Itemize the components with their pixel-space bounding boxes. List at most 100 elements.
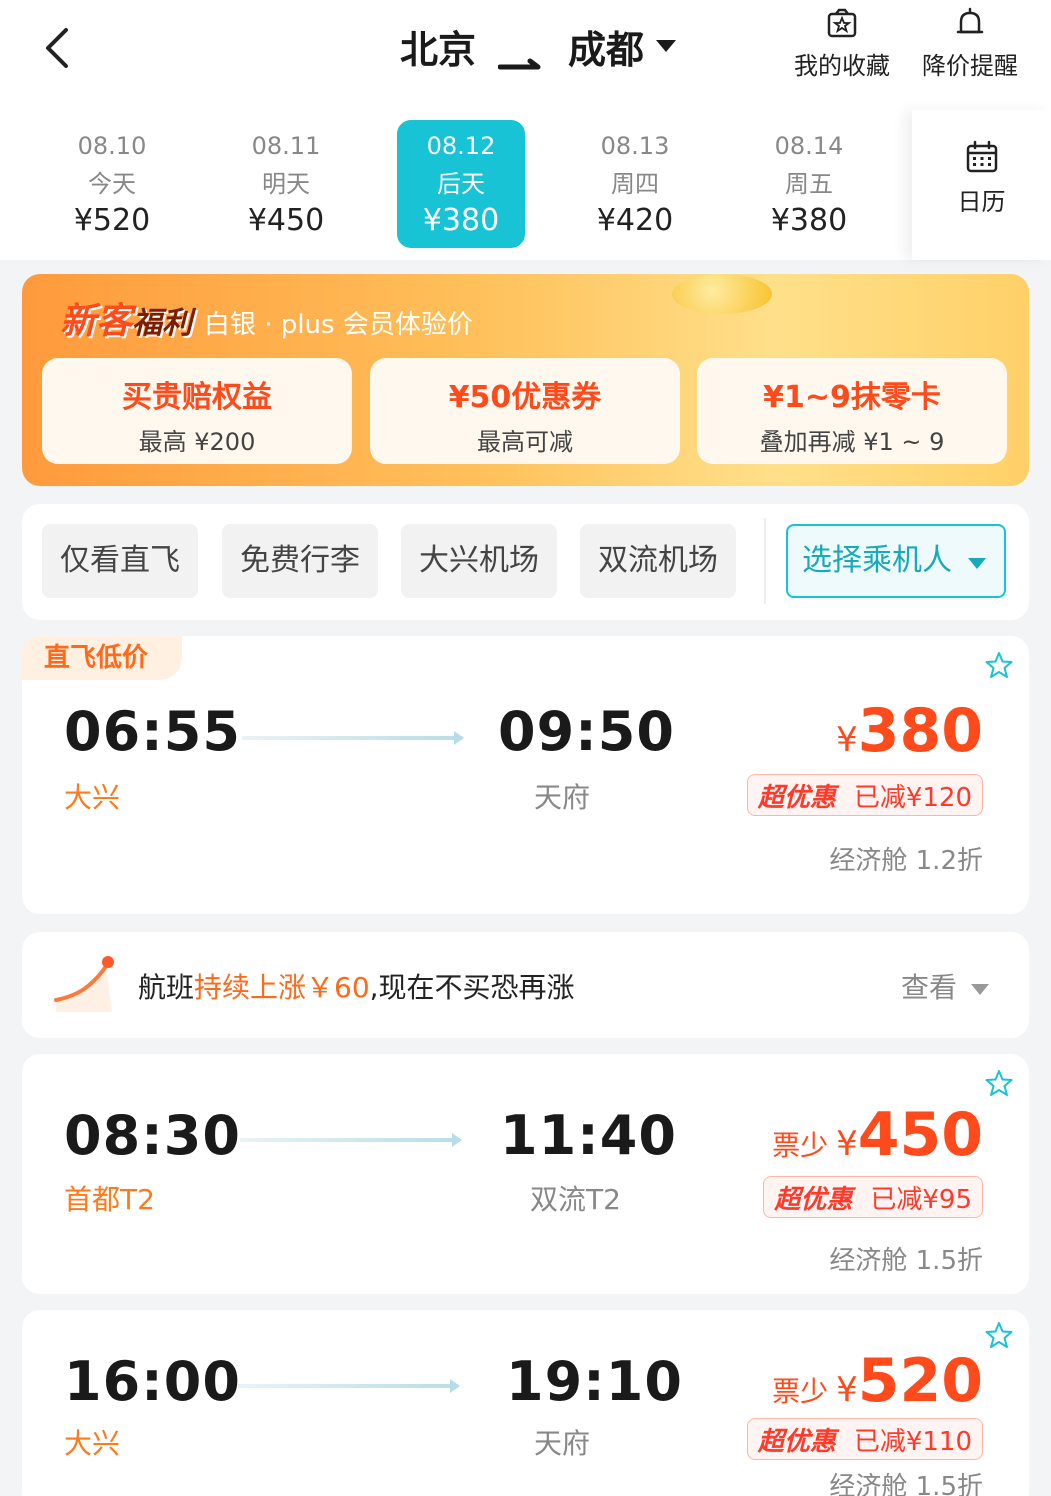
origin-city: 北京 bbox=[400, 27, 477, 72]
trend-highlight: 持续上涨￥60 bbox=[194, 971, 370, 1004]
arrival-time: 09:50 bbox=[498, 700, 675, 763]
date-label: 08.11 bbox=[251, 132, 321, 160]
favorite-star-icon[interactable] bbox=[983, 1320, 1015, 1352]
coin-decoration bbox=[672, 274, 772, 314]
weekday-label: 明天 bbox=[262, 170, 310, 198]
date-price: ¥380 bbox=[422, 203, 500, 238]
price-value: 380 bbox=[857, 696, 983, 766]
trend-prefix: 航班 bbox=[138, 971, 195, 1004]
date-label: 08.12 bbox=[426, 132, 496, 160]
departure-time: 08:30 bbox=[64, 1104, 241, 1167]
select-passenger-label: 选择乘机人 bbox=[802, 543, 952, 578]
filter-chip-free-baggage[interactable]: 免费行李 bbox=[222, 524, 378, 598]
promo-card-title: ¥1~9抹零卡 bbox=[763, 380, 941, 415]
price-value: 520 bbox=[857, 1346, 983, 1416]
flight-card[interactable]: 16:00 大兴 19:10 天府 票少 ¥520 超优惠 已减¥110 经济舱 … bbox=[22, 1310, 1029, 1496]
rising-trend-icon bbox=[54, 956, 114, 1012]
discount-amount: 已减¥110 bbox=[853, 1426, 972, 1457]
direct-low-price-tag: 直飞低价 bbox=[22, 636, 182, 680]
weekday-label: 周五 bbox=[785, 170, 833, 198]
date-price: ¥450 bbox=[247, 203, 325, 238]
promo-brand: 新客 bbox=[60, 301, 133, 342]
currency-symbol: ¥ bbox=[836, 720, 858, 760]
filter-chip-daxing[interactable]: 大兴机场 bbox=[401, 524, 557, 598]
deal-label: 超优惠 bbox=[774, 1184, 853, 1215]
departure-time: 16:00 bbox=[64, 1350, 241, 1413]
promo-card[interactable]: ¥1~9抹零卡 叠加再减 ¥1 ~ 9 bbox=[697, 358, 1007, 464]
discount-amount: 已减¥95 bbox=[870, 1184, 972, 1215]
few-tickets-label: 票少 bbox=[772, 1129, 829, 1162]
discount-amount: 已减¥120 bbox=[853, 782, 972, 813]
promo-card-title: 买贵赔权益 bbox=[122, 380, 272, 415]
currency-symbol: ¥ bbox=[836, 1370, 858, 1410]
departure-airport: 大兴 bbox=[64, 781, 121, 814]
cabin-info: 经济舱 1.5折 bbox=[829, 1472, 983, 1496]
price-trend-notice[interactable]: 航班持续上涨￥60,现在不买恐再涨 查看 bbox=[22, 932, 1029, 1038]
trend-suffix: ,现在不买恐再涨 bbox=[369, 971, 575, 1004]
date-selector: 08.10 今天 ¥520 08.11 明天 ¥450 08.12 后天 ¥38… bbox=[0, 110, 1051, 260]
favorites-label: 我的收藏 bbox=[794, 52, 890, 80]
promo-card[interactable]: 买贵赔权益 最高 ¥200 bbox=[42, 358, 352, 464]
weekday-label: 今天 bbox=[88, 170, 136, 198]
flight-route-line bbox=[238, 1379, 460, 1393]
flight-price: 票少 ¥520 bbox=[772, 1346, 983, 1416]
price-alert-label: 降价提醒 bbox=[922, 52, 1018, 80]
date-label: 08.10 bbox=[77, 132, 147, 160]
discount-badge: 超优惠 已减¥120 bbox=[746, 774, 983, 816]
view-label: 查看 bbox=[900, 971, 957, 1004]
deal-label: 超优惠 bbox=[757, 1426, 836, 1457]
trend-message: 航班持续上涨￥60,现在不买恐再涨 bbox=[138, 966, 575, 1006]
cabin-info: 经济舱 1.2折 bbox=[829, 846, 983, 876]
flight-card[interactable]: 08:30 首都T2 11:40 双流T2 票少 ¥450 超优惠 已减¥95 经… bbox=[22, 1054, 1029, 1294]
promo-subtitle: 白银 · plus 会员体验价 bbox=[204, 310, 473, 340]
favorites-box-icon bbox=[827, 8, 857, 38]
date-price: ¥420 bbox=[596, 203, 674, 238]
date-option-selected[interactable]: 08.12 后天 ¥380 bbox=[397, 120, 525, 248]
calendar-label: 日历 bbox=[957, 188, 1006, 216]
price-alert-button[interactable]: 降价提醒 bbox=[910, 6, 1030, 81]
top-bar: 北京 成都 我的收藏 降价提醒 bbox=[0, 0, 1051, 110]
weekday-label: 后天 bbox=[437, 170, 485, 198]
promo-card[interactable]: ¥50优惠券 最高可减 bbox=[370, 358, 680, 464]
departure-time: 06:55 bbox=[64, 700, 241, 763]
date-option[interactable]: 08.14 周五 ¥380 bbox=[745, 120, 873, 248]
favorites-button[interactable]: 我的收藏 bbox=[782, 6, 902, 81]
back-arrow-icon[interactable] bbox=[40, 26, 80, 70]
departure-airport: 大兴 bbox=[64, 1427, 121, 1460]
filter-chip-shuangliu[interactable]: 双流机场 bbox=[580, 524, 736, 598]
date-option[interactable]: 08.10 今天 ¥520 bbox=[48, 120, 176, 248]
arrival-time: 11:40 bbox=[500, 1104, 677, 1167]
arrival-time: 19:10 bbox=[506, 1350, 683, 1413]
date-price: ¥520 bbox=[73, 203, 151, 238]
route-arrow-icon bbox=[497, 38, 546, 70]
arrival-airport: 天府 bbox=[534, 1427, 591, 1460]
favorite-star-icon[interactable] bbox=[983, 1068, 1015, 1100]
new-user-promo-banner[interactable]: 新客 福利 白银 · plus 会员体验价 买贵赔权益 最高 ¥200 ¥50优… bbox=[22, 274, 1029, 486]
arrival-airport: 双流T2 bbox=[530, 1183, 621, 1216]
flight-price: ¥380 bbox=[836, 696, 983, 766]
flight-route-line bbox=[240, 1133, 462, 1147]
flight-route-line bbox=[242, 731, 464, 745]
promo-brand-suffix: 福利 bbox=[132, 306, 193, 341]
few-tickets-label: 票少 bbox=[772, 1375, 829, 1408]
date-option[interactable]: 08.11 明天 ¥450 bbox=[222, 120, 350, 248]
promo-card-desc: 叠加再减 ¥1 ~ 9 bbox=[759, 428, 945, 456]
chevron-down-icon bbox=[968, 558, 986, 569]
date-label: 08.14 bbox=[774, 132, 844, 160]
favorite-star-icon[interactable] bbox=[983, 650, 1015, 682]
filter-chip-direct[interactable]: 仅看直飞 bbox=[42, 524, 198, 598]
currency-symbol: ¥ bbox=[836, 1124, 858, 1164]
calendar-button[interactable]: 日历 bbox=[912, 110, 1051, 260]
discount-badge: 超优惠 已减¥95 bbox=[763, 1176, 983, 1218]
route-selector[interactable]: 北京 成都 bbox=[400, 18, 677, 74]
date-option[interactable]: 08.13 周四 ¥420 bbox=[571, 120, 699, 248]
arrival-airport: 天府 bbox=[534, 781, 591, 814]
chevron-down-icon bbox=[971, 983, 989, 995]
bell-icon bbox=[956, 7, 984, 34]
select-passenger-button[interactable]: 选择乘机人 bbox=[786, 524, 1006, 598]
promo-card-title: ¥50优惠券 bbox=[448, 380, 602, 415]
departure-airport: 首都T2 bbox=[64, 1183, 155, 1216]
flight-card[interactable]: 直飞低价 06:55 大兴 09:50 天府 ¥380 超优惠 已减¥120 经… bbox=[22, 636, 1029, 914]
date-price: ¥380 bbox=[770, 203, 848, 238]
view-trend-button[interactable]: 查看 bbox=[901, 966, 989, 1006]
